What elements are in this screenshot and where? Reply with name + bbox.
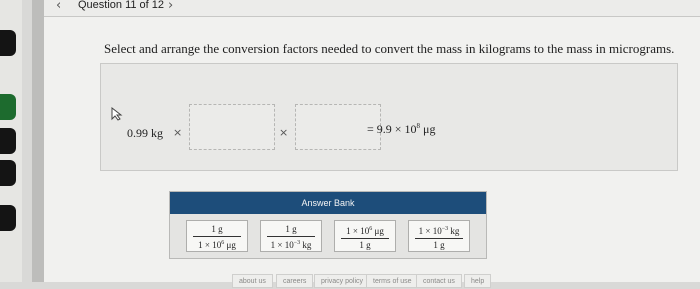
sidebar-tab[interactable] (0, 128, 16, 154)
tile-numerator: 1 × 106 μg (341, 223, 389, 239)
drop-slot-1[interactable] (189, 104, 275, 150)
conversion-tile[interactable]: 1 g 1 × 106 μg (186, 220, 248, 252)
tile-denominator: 1 × 10−3 kg (270, 240, 312, 250)
result-value: = 9.9 × 108 μg (367, 122, 436, 136)
divider-bar (32, 0, 44, 282)
cursor-icon (111, 107, 123, 121)
question-instruction: Select and arrange the conversion factor… (104, 41, 675, 56)
sidebar-tab[interactable] (0, 94, 16, 120)
answer-bank-title: Answer Bank (170, 192, 486, 214)
multiply-sign: × (279, 126, 289, 139)
conversion-tile[interactable]: 1 g 1 × 10−3 kg (260, 220, 322, 252)
footer-link-privacy[interactable]: privacy policy (314, 274, 371, 288)
tile-numerator: 1 g (193, 223, 241, 237)
question-panel: Select and arrange the conversion factor… (44, 17, 700, 288)
conversion-tile[interactable]: 1 × 10−3 kg 1 g (408, 220, 470, 252)
tile-denominator: 1 g (433, 240, 445, 250)
tile-denominator: 1 × 106 μg (198, 240, 236, 250)
tile-numerator: 1 × 10−3 kg (415, 223, 463, 239)
tile-denominator: 1 g (359, 240, 371, 250)
conversion-tile[interactable]: 1 × 106 μg 1 g (334, 220, 396, 252)
footer-link-about[interactable]: about us (232, 274, 273, 288)
footer-link-terms[interactable]: terms of use (366, 274, 419, 288)
chevron-right-icon[interactable]: › (168, 0, 173, 13)
sidebar-tab[interactable] (0, 205, 16, 231)
workspace: 0.99 kg × × = 9.9 × 108 μg (100, 63, 678, 171)
tile-numerator: 1 g (267, 223, 315, 237)
question-header: ‹ Question 11 of 12 › (44, 0, 700, 17)
footer-link-careers[interactable]: careers (276, 274, 314, 288)
footer-link-help[interactable]: help (464, 274, 492, 288)
chevron-left-icon[interactable]: ‹ (56, 0, 61, 13)
left-sidebar (0, 0, 22, 282)
given-value: 0.99 kg (127, 126, 163, 140)
answer-bank: Answer Bank 1 g 1 × 106 μg 1 g 1 × 10−3 … (169, 191, 487, 259)
sidebar-tab[interactable] (0, 160, 16, 186)
footer-link-contact[interactable]: contact us (416, 274, 462, 288)
multiply-sign: × (173, 126, 183, 139)
question-counter: Question 11 of 12 (78, 0, 165, 11)
sidebar-tab[interactable] (0, 30, 16, 56)
